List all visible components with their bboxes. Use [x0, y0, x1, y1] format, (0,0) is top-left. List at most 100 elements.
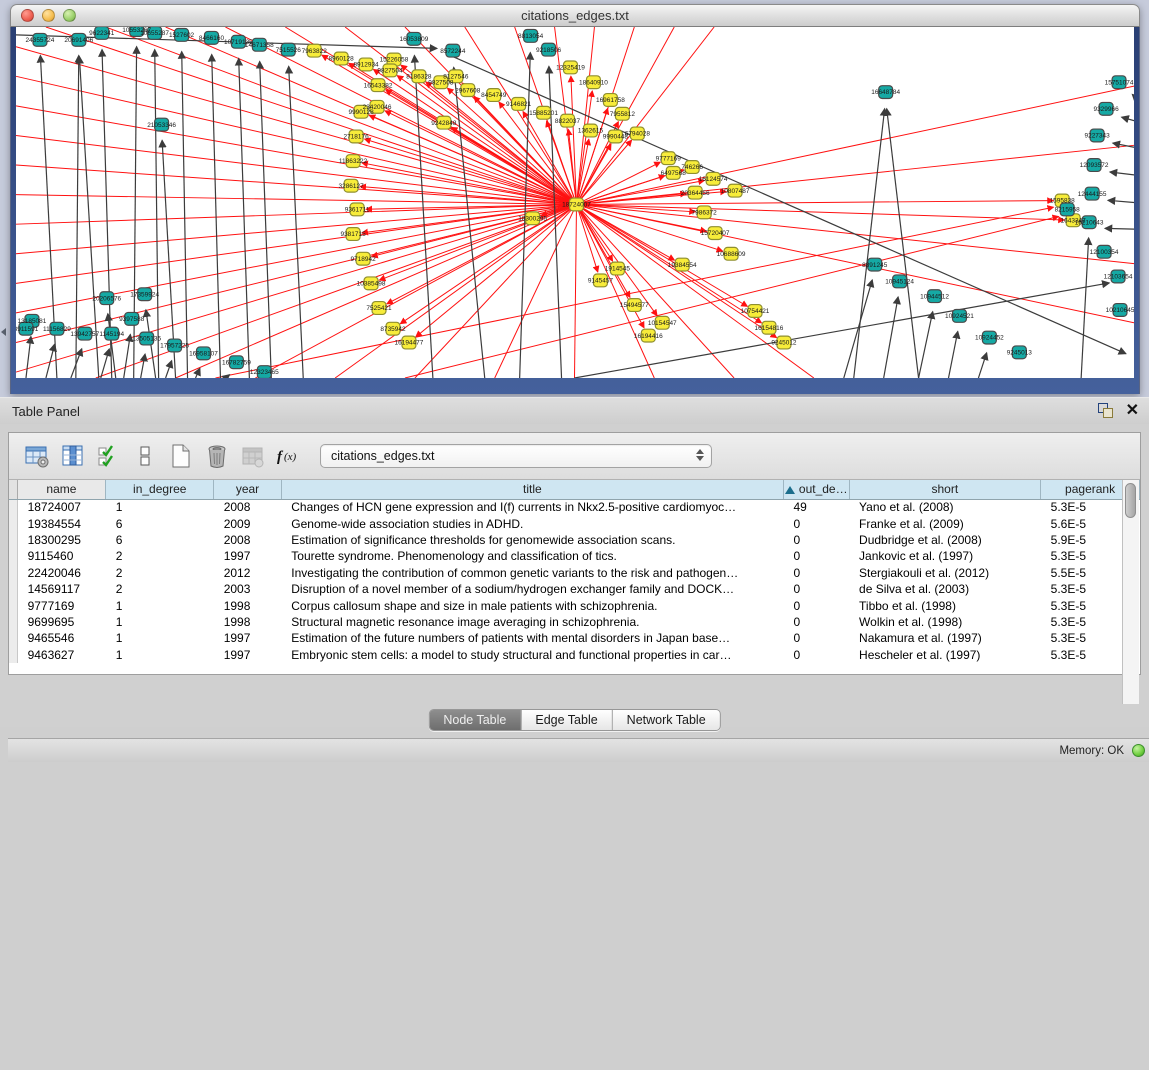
table-cell[interactable]: 19384554 — [17, 515, 106, 531]
table-cell[interactable]: Wolkin et al. (1998) — [849, 614, 1041, 630]
table-settings-icon[interactable] — [23, 443, 50, 470]
network-graph-canvas[interactable]: 1872400797771696497568746266203644561612… — [16, 27, 1134, 378]
function-icon[interactable]: f(x) — [275, 443, 302, 470]
table-row[interactable]: 946554611997Estimation of the future num… — [9, 630, 1140, 646]
table-cell[interactable]: Nakamura et al. (1997) — [849, 630, 1041, 646]
close-window-icon[interactable] — [21, 9, 34, 22]
table-cell[interactable]: 0 — [783, 581, 849, 597]
table-cell[interactable]: 0 — [783, 515, 849, 531]
table-cell[interactable]: 1997 — [214, 548, 282, 564]
column-header-year[interactable]: year — [214, 480, 282, 499]
table-row[interactable]: 1456911722003Disruption of a novel membe… — [9, 581, 1140, 597]
table-select-dropdown[interactable]: citations_edges.txt — [320, 444, 712, 468]
table-cell[interactable]: 1997 — [214, 647, 282, 663]
rows-icon[interactable] — [131, 443, 158, 470]
table-cell[interactable]: Dudbridge et al. (2008) — [849, 532, 1041, 548]
window-titlebar[interactable]: citations_edges.txt — [10, 4, 1140, 27]
table-row[interactable]: 946362711997Embryonic stem cells: a mode… — [9, 647, 1140, 663]
table-cell[interactable]: 0 — [783, 548, 849, 564]
table-cell[interactable]: Stergiakouli et al. (2012) — [849, 565, 1041, 581]
table-cell[interactable]: 6 — [106, 515, 214, 531]
zoom-window-icon[interactable] — [63, 9, 76, 22]
table-row[interactable]: 977716911998Corpus callosum shape and si… — [9, 597, 1140, 613]
table-cell[interactable]: 0 — [783, 614, 849, 630]
table-row[interactable]: 969969511998Structural magnetic resonanc… — [9, 614, 1140, 630]
table-cell[interactable]: 0 — [783, 565, 849, 581]
float-panel-icon[interactable] — [1098, 403, 1114, 419]
table-cell[interactable]: 9699695 — [17, 614, 106, 630]
select-checks-icon[interactable] — [95, 443, 122, 470]
close-panel-icon[interactable]: ✕ — [1126, 403, 1139, 419]
table-cell[interactable]: Hescheler et al. (1997) — [849, 647, 1041, 663]
table-cell[interactable]: 9465546 — [17, 630, 106, 646]
table-cell[interactable]: 18724007 — [17, 499, 106, 515]
table-cell[interactable]: 2 — [106, 581, 214, 597]
column-header-out_de[interactable]: out_de… — [783, 480, 849, 499]
table-cell[interactable]: Investigating the contribution of common… — [281, 565, 783, 581]
table-cell[interactable]: 1 — [106, 647, 214, 663]
table-cell[interactable]: 1 — [106, 630, 214, 646]
tab-node-table[interactable]: Node Table — [429, 710, 520, 730]
column-header-in_degree[interactable]: in_degree — [106, 480, 214, 499]
new-document-icon[interactable] — [167, 443, 194, 470]
table-cell[interactable]: 0 — [783, 647, 849, 663]
table-cell[interactable]: 18300295 — [17, 532, 106, 548]
column-header-short[interactable]: short — [849, 480, 1041, 499]
table-cell[interactable]: Franke et al. (2009) — [849, 515, 1041, 531]
table-cell[interactable]: 9777169 — [17, 597, 106, 613]
table-cell[interactable]: 1997 — [214, 630, 282, 646]
table-cell[interactable]: 14569117 — [17, 581, 106, 597]
table-cell[interactable]: Yano et al. (2008) — [849, 499, 1041, 515]
table-cell[interactable]: Tourette syndrome. Phenomenology and cla… — [281, 548, 783, 564]
table-scrollbar[interactable] — [1122, 480, 1139, 704]
table-panel-header[interactable]: Table Panel ✕ — [0, 397, 1149, 424]
network-view-window[interactable]: citations_edges.txt 18724007977716964975… — [10, 4, 1140, 394]
table-cell[interactable]: 9463627 — [17, 647, 106, 663]
table-cell[interactable]: Genome-wide association studies in ADHD. — [281, 515, 783, 531]
table-cell[interactable]: 1 — [106, 614, 214, 630]
table-cell[interactable]: Changes of HCN gene expression and I(f) … — [281, 499, 783, 515]
column-header-name[interactable]: name — [17, 480, 106, 499]
column-header-title[interactable]: title — [281, 480, 783, 499]
table-cell[interactable]: Structural magnetic resonance image aver… — [281, 614, 783, 630]
table-cell[interactable]: 6 — [106, 532, 214, 548]
table-cell[interactable]: Estimation of the future numbers of pati… — [281, 630, 783, 646]
table-cell[interactable]: Embryonic stem cells: a model to study s… — [281, 647, 783, 663]
table-cell[interactable]: 0 — [783, 532, 849, 548]
table-cell[interactable]: 1 — [106, 597, 214, 613]
table-cell[interactable]: 2008 — [214, 532, 282, 548]
table-row[interactable]: 1872400712008Changes of HCN gene express… — [9, 499, 1140, 515]
import-table-icon[interactable] — [239, 443, 266, 470]
table-row[interactable]: 2242004622012Investigating the contribut… — [9, 565, 1140, 581]
table-cell[interactable]: 9115460 — [17, 548, 106, 564]
table-cell[interactable]: 0 — [783, 630, 849, 646]
table-cell[interactable]: Disruption of a novel member of a sodium… — [281, 581, 783, 597]
table-cell[interactable]: 2012 — [214, 565, 282, 581]
table-cell[interactable]: 1998 — [214, 597, 282, 613]
column-select-icon[interactable] — [59, 443, 86, 470]
tab-edge-table[interactable]: Edge Table — [520, 710, 611, 730]
scrollbar-thumb[interactable] — [1125, 483, 1136, 518]
table-row[interactable]: 1830029562008Estimation of significance … — [9, 532, 1140, 548]
table-cell[interactable]: 1 — [106, 499, 214, 515]
table-cell[interactable]: 2003 — [214, 581, 282, 597]
table-cell[interactable]: 2 — [106, 565, 214, 581]
table-cell[interactable]: 22420046 — [17, 565, 106, 581]
minimize-window-icon[interactable] — [42, 9, 55, 22]
table-cell[interactable]: de Silva et al. (2003) — [849, 581, 1041, 597]
table-cell[interactable]: 49 — [783, 499, 849, 515]
table-cell[interactable]: 1998 — [214, 614, 282, 630]
table-cell[interactable]: 2009 — [214, 515, 282, 531]
table-cell[interactable]: 2 — [106, 548, 214, 564]
table-row[interactable]: 911546021997Tourette syndrome. Phenomeno… — [9, 548, 1140, 564]
table-cell[interactable]: 0 — [783, 597, 849, 613]
table-cell[interactable]: Estimation of significance thresholds fo… — [281, 532, 783, 548]
node-table[interactable]: namein_degreeyeartitleout_de…shortpagera… — [9, 480, 1140, 663]
tab-network-table[interactable]: Network Table — [612, 710, 720, 730]
table-cell[interactable]: Jankovic et al. (1997) — [849, 548, 1041, 564]
table-cell[interactable]: Corpus callosum shape and size in male p… — [281, 597, 783, 613]
delete-trash-icon[interactable] — [203, 443, 230, 470]
table-row[interactable]: 1938455462009Genome-wide association stu… — [9, 515, 1140, 531]
table-cell[interactable]: 2008 — [214, 499, 282, 515]
table-cell[interactable]: Tibbo et al. (1998) — [849, 597, 1041, 613]
